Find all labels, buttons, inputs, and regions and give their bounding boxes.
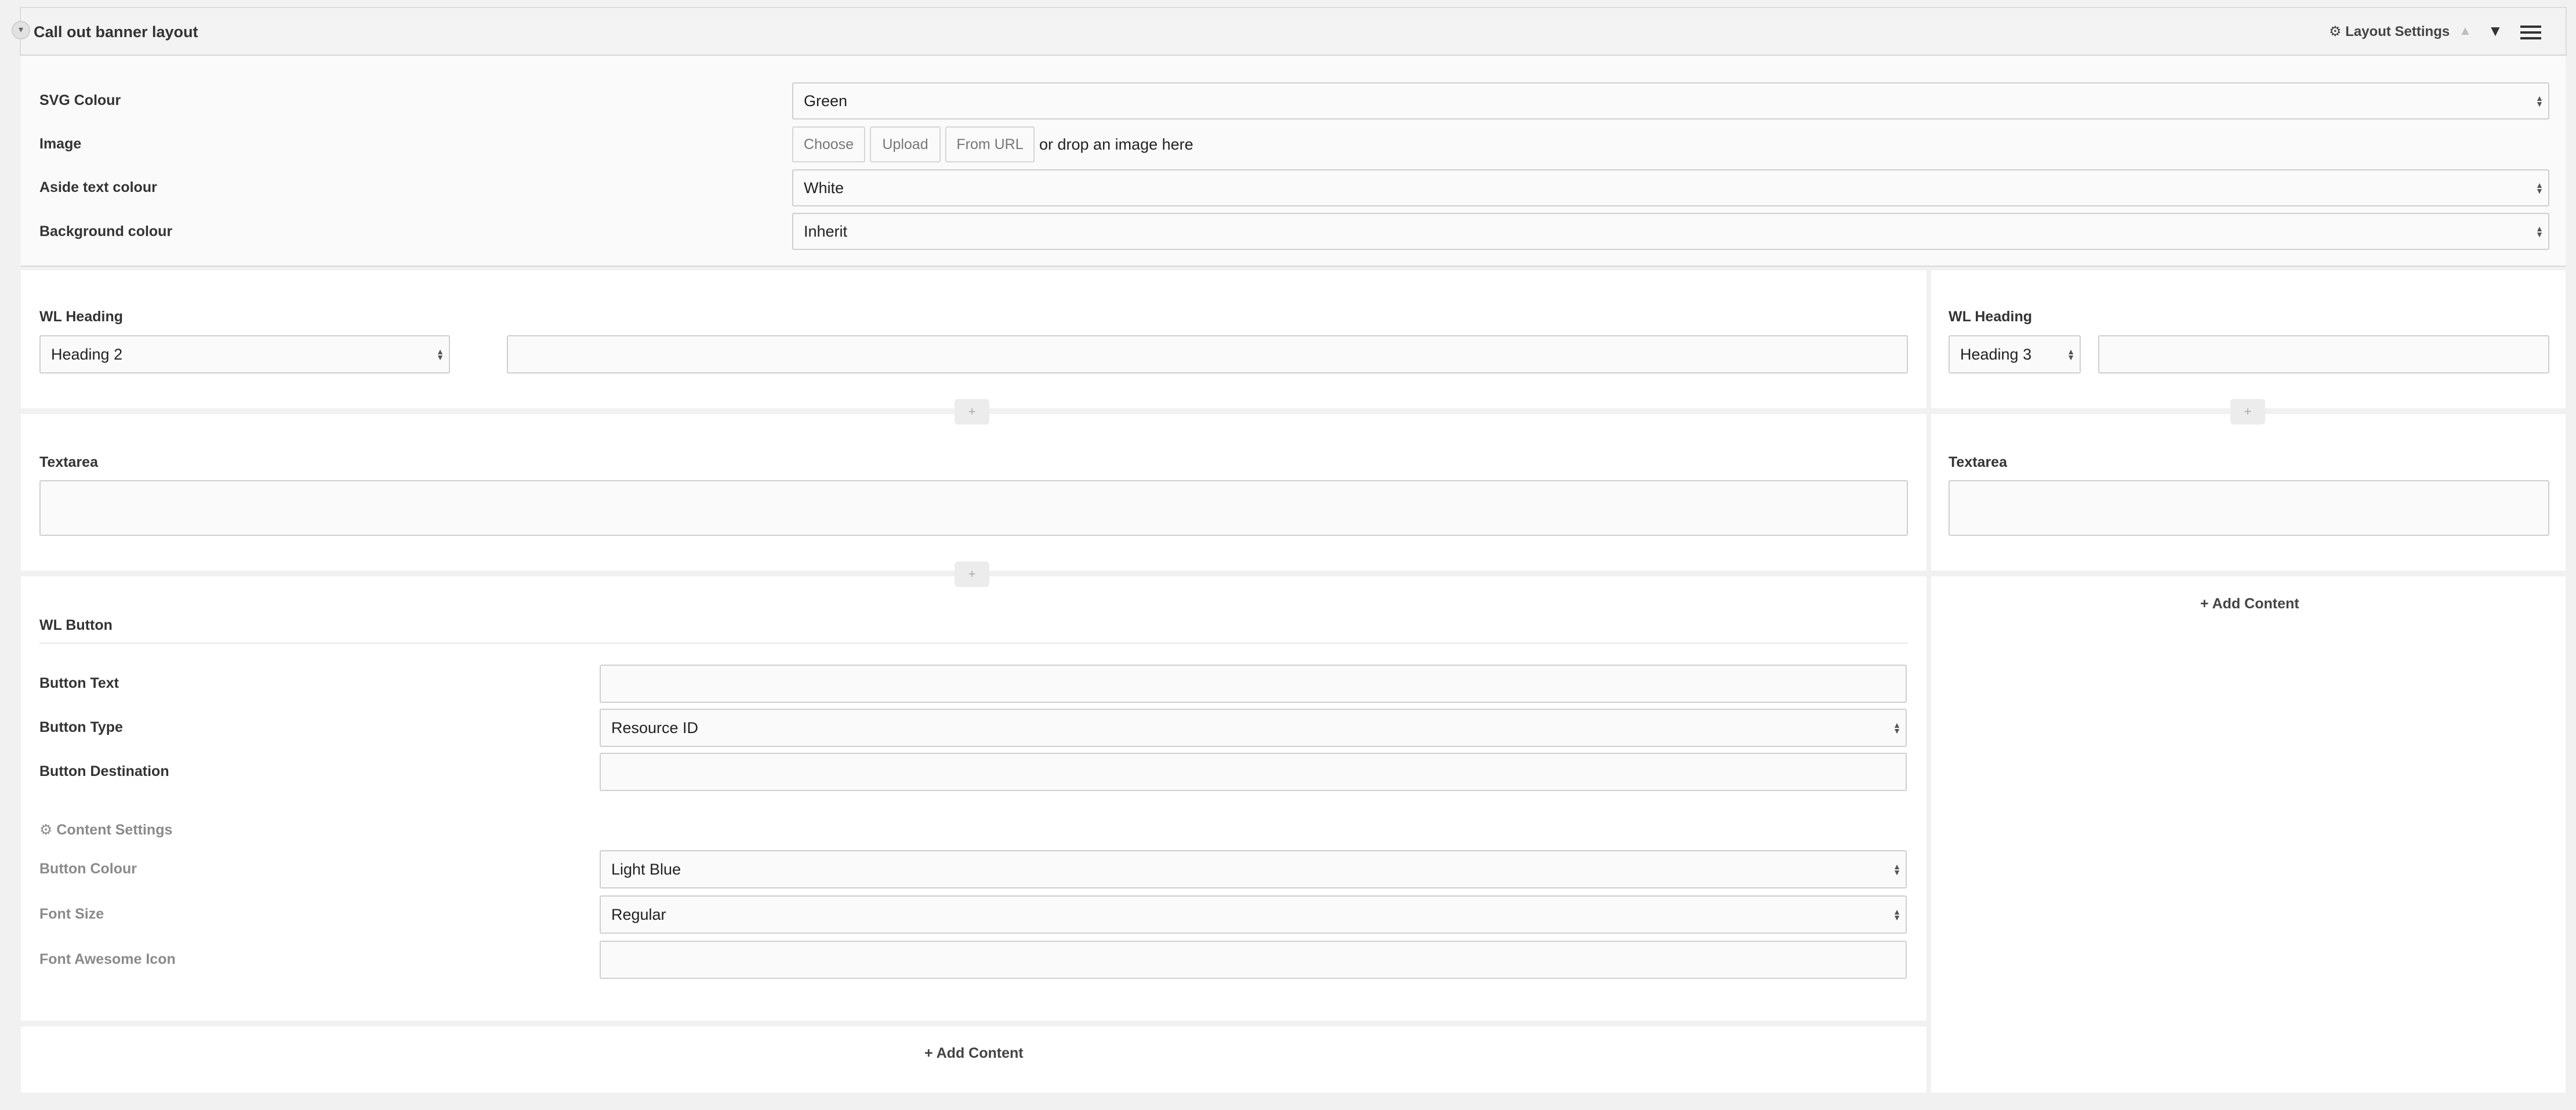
move-up-icon[interactable]: ▲ — [2459, 23, 2472, 38]
svg-colour-label: SVG Colour — [39, 92, 121, 108]
layout-header — [20, 7, 2567, 56]
right-heading-text-input[interactable] — [2098, 335, 2549, 373]
button-colour-label: Button Colour — [39, 861, 137, 877]
choose-button[interactable]: Choose — [792, 126, 865, 162]
aside-text-colour-value: White — [804, 179, 844, 197]
layout-settings-link[interactable]: ⚙ Layout Settings — [2329, 23, 2450, 40]
left-textarea-label: Textarea — [39, 454, 98, 470]
font-size-select[interactable]: Regular ▲ ▼ — [600, 895, 1907, 934]
button-destination-label: Button Destination — [39, 763, 169, 779]
left-heading-level-value: Heading 2 — [51, 345, 123, 363]
aside-text-colour-select[interactable]: White ▲ ▼ — [792, 169, 2549, 206]
right-add-content-block — [1931, 576, 2566, 1093]
left-textarea-input[interactable] — [39, 480, 1908, 536]
right-heading-level-select[interactable]: Heading 3 ▲ ▼ — [1949, 335, 2081, 373]
right-textarea-label: Textarea — [1949, 454, 2007, 470]
left-add-content-button[interactable]: + Add Content — [924, 1045, 1024, 1062]
left-heading-label: WL Heading — [39, 309, 123, 325]
button-colour-select[interactable]: Light Blue ▲ ▼ — [600, 850, 1907, 888]
upload-button[interactable]: Upload — [870, 126, 941, 162]
button-type-value: Resource ID — [611, 719, 699, 737]
image-drop-zone[interactable]: or drop an image here — [1039, 136, 1193, 154]
menu-icon[interactable] — [2520, 26, 2541, 43]
select-caret-icon: ▲ ▼ — [2067, 347, 2075, 362]
font-awesome-icon-label: Font Awesome Icon — [39, 951, 176, 967]
select-caret-icon: ▲ ▼ — [1893, 862, 1901, 877]
aside-text-colour-label: Aside text colour — [39, 179, 157, 195]
button-destination-input[interactable] — [600, 753, 1907, 791]
button-type-select[interactable]: Resource ID ▲ ▼ — [600, 709, 1907, 747]
font-size-label: Font Size — [39, 906, 104, 922]
select-caret-icon: ▲ ▼ — [2535, 93, 2544, 108]
button-text-input[interactable] — [600, 665, 1907, 703]
collapse-toggle-icon[interactable]: ▾ — [12, 21, 30, 39]
content-settings-toggle[interactable]: ⚙ Content Settings — [39, 821, 172, 839]
font-awesome-icon-input[interactable] — [600, 941, 1907, 979]
select-caret-icon: ▲ ▼ — [1893, 907, 1901, 922]
from-url-button[interactable]: From URL — [945, 126, 1035, 162]
svg-colour-value: Green — [804, 92, 848, 110]
right-add-content-button[interactable]: + Add Content — [2200, 596, 2299, 612]
image-label: Image — [39, 136, 82, 152]
font-size-value: Regular — [611, 905, 666, 923]
select-caret-icon: ▲ ▼ — [2535, 180, 2544, 195]
select-caret-icon: ▲ ▼ — [1893, 720, 1901, 735]
move-down-icon[interactable]: ▼ — [2488, 22, 2503, 40]
insert-content-button[interactable]: + — [955, 561, 989, 587]
select-caret-icon: ▲ ▼ — [2535, 224, 2544, 239]
right-heading-level-value: Heading 3 — [1960, 345, 2032, 363]
gear-icon: ⚙ — [39, 822, 53, 838]
select-caret-icon: ▲ ▼ — [436, 347, 444, 362]
left-heading-level-select[interactable]: Heading 2 ▲ ▼ — [39, 335, 450, 373]
layout-settings-label: Layout Settings — [2345, 24, 2450, 39]
insert-content-button[interactable]: + — [955, 399, 989, 425]
right-textarea-input[interactable] — [1949, 480, 2549, 536]
button-colour-value: Light Blue — [611, 860, 681, 878]
layout-title: Call out banner layout — [34, 23, 198, 41]
divider — [39, 643, 1908, 644]
insert-content-button[interactable]: + — [2230, 399, 2265, 425]
gear-icon: ⚙ — [2329, 24, 2342, 39]
button-text-label: Button Text — [39, 675, 119, 691]
background-colour-select[interactable]: Inherit ▲ ▼ — [792, 213, 2549, 250]
right-heading-label: WL Heading — [1949, 309, 2032, 325]
svg-colour-select[interactable]: Green ▲ ▼ — [792, 82, 2549, 119]
background-colour-label: Background colour — [39, 223, 173, 240]
background-colour-value: Inherit — [804, 222, 848, 240]
left-heading-text-input[interactable] — [507, 335, 1908, 373]
wl-button-title: WL Button — [39, 617, 113, 633]
content-settings-label: Content Settings — [56, 822, 173, 838]
button-type-label: Button Type — [39, 719, 123, 735]
